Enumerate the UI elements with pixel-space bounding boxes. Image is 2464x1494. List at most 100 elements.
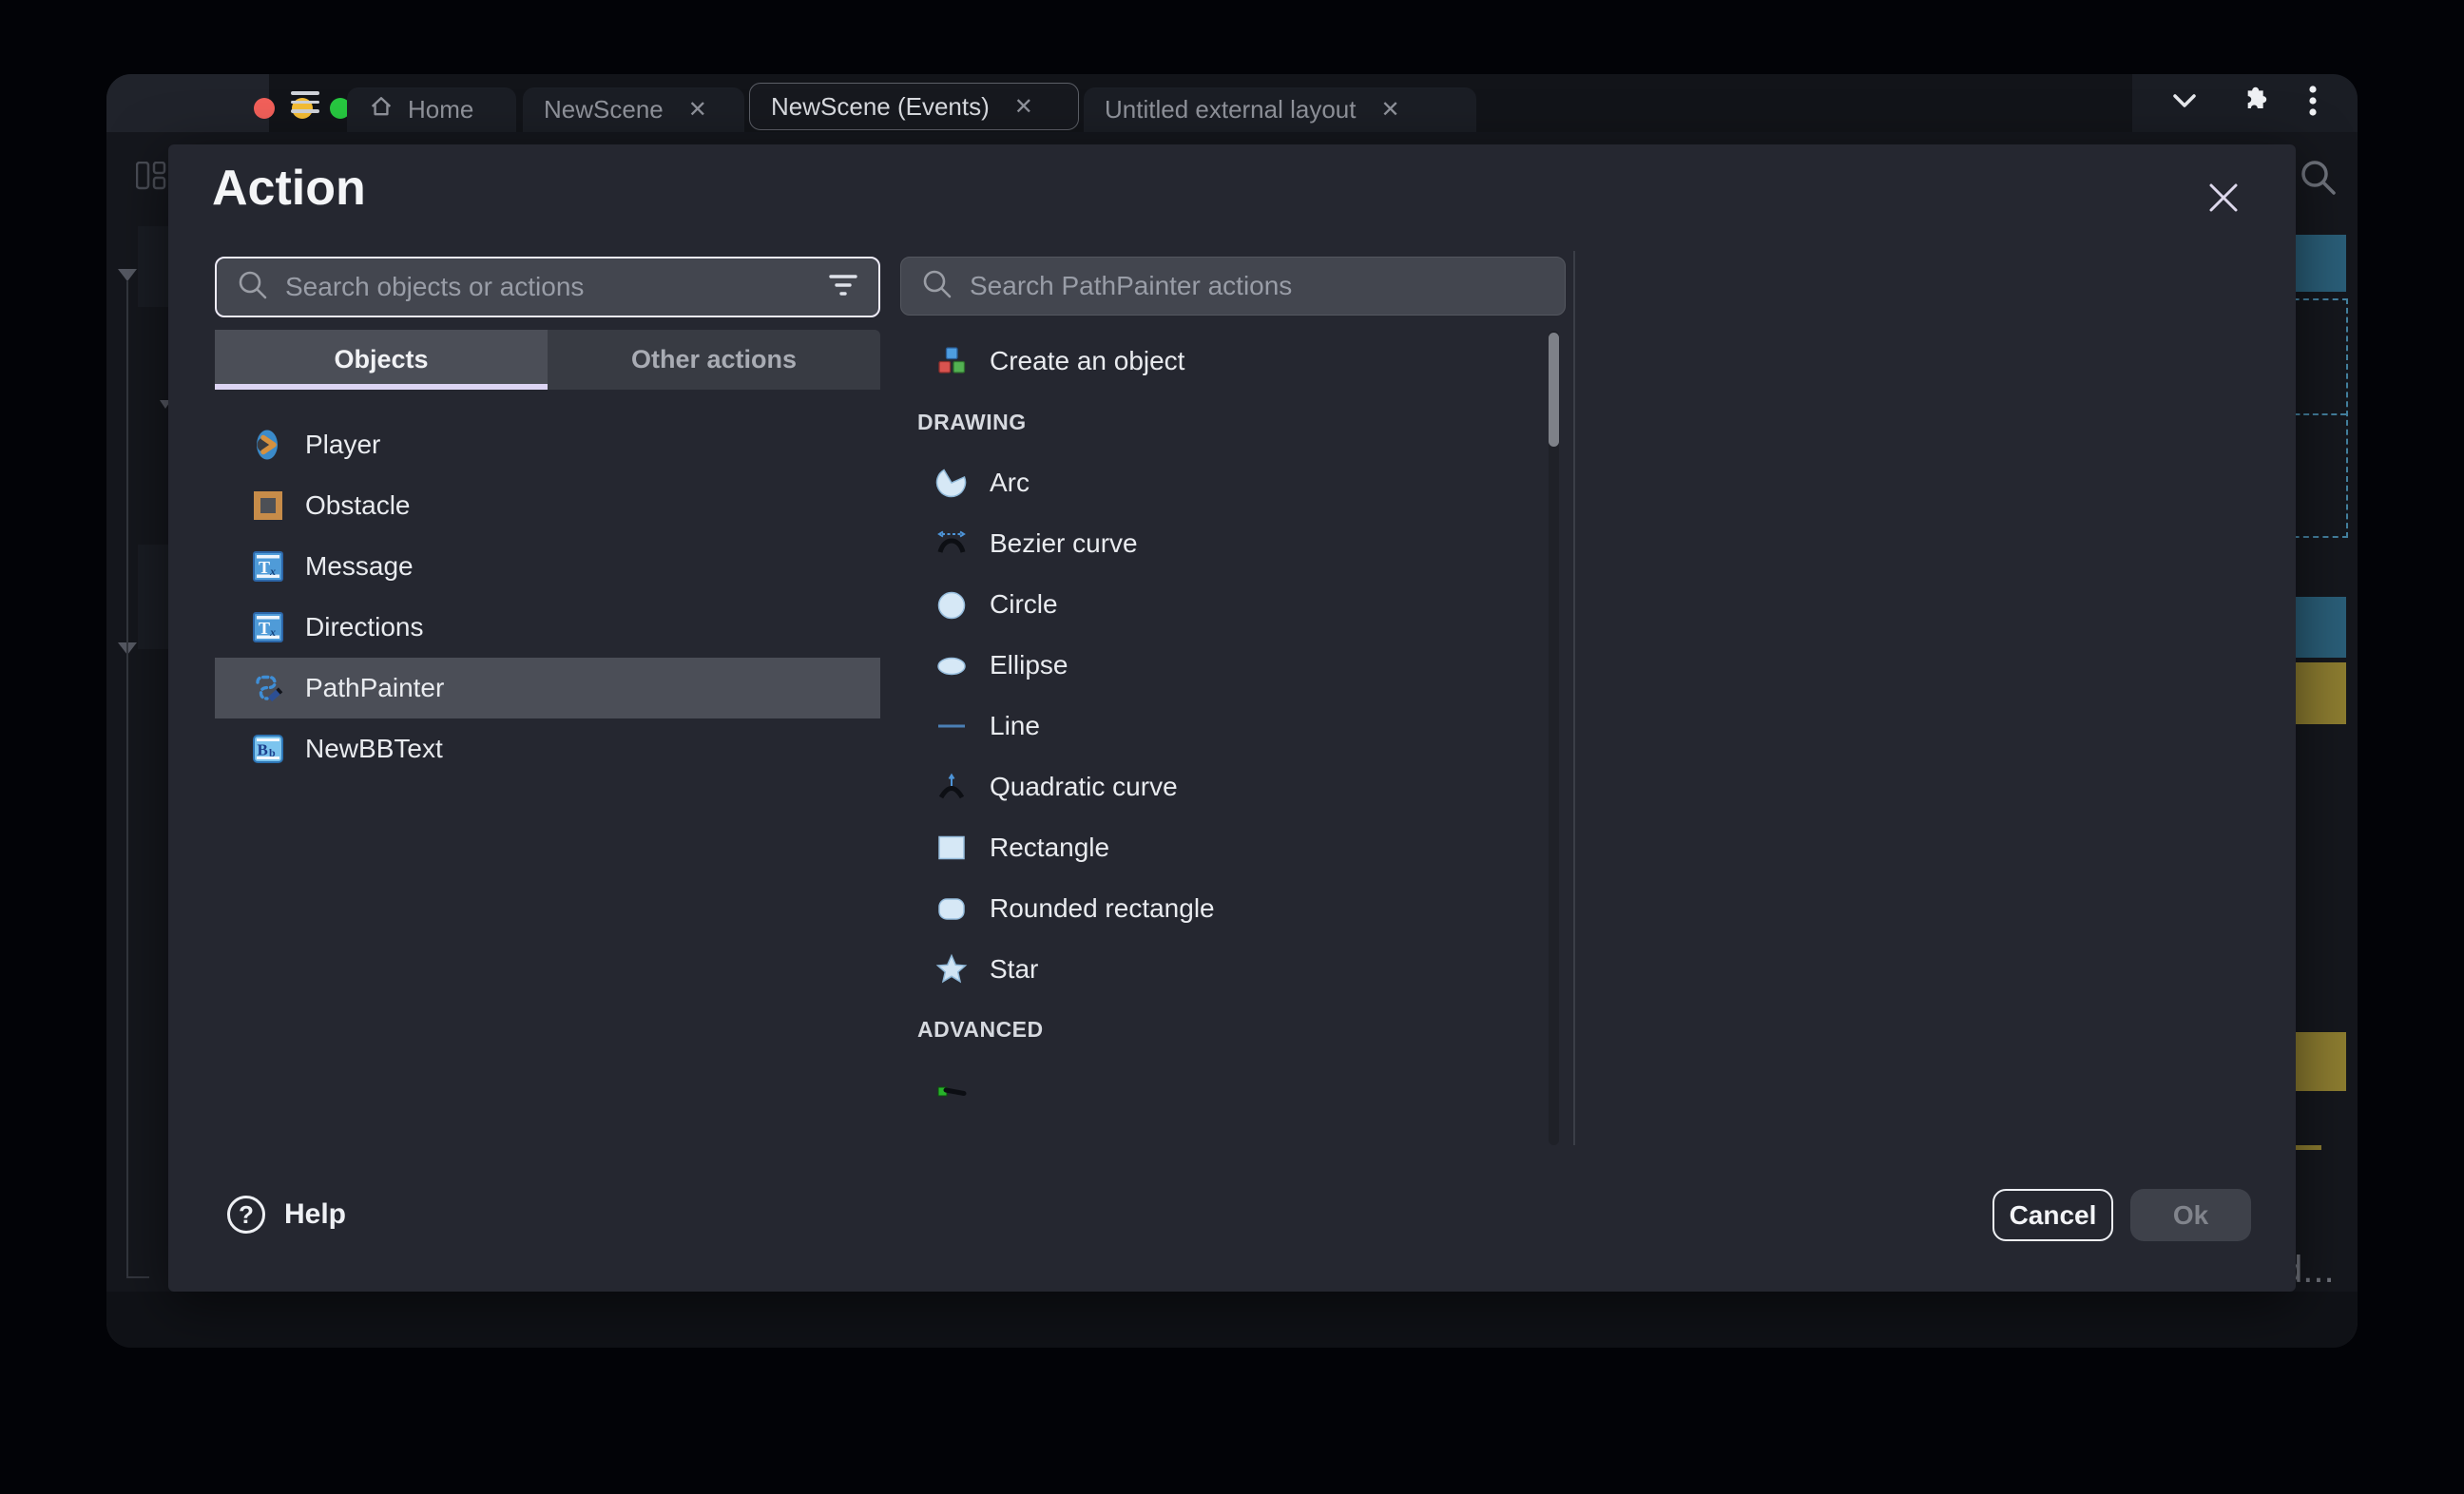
circle-icon <box>934 587 969 622</box>
tab-newscene-events[interactable]: NewScene (Events) ✕ <box>749 83 1079 130</box>
search-icon <box>236 268 270 307</box>
object-label: Message <box>305 551 414 582</box>
quadratic-curve-icon <box>934 770 969 804</box>
ellipse-icon <box>934 648 969 682</box>
extensions-puzzle-icon[interactable] <box>2238 86 2268 121</box>
action-label: Ellipse <box>990 650 1068 680</box>
action-item-arc[interactable]: Arc <box>900 452 1543 513</box>
object-row-obstacle[interactable]: Obstacle <box>215 475 880 536</box>
tab-home[interactable]: Home <box>347 87 516 132</box>
topbar-actions <box>2132 74 2358 132</box>
traffic-light-zone <box>106 74 269 132</box>
action-item-quadratic-curve[interactable]: Quadratic curve <box>900 757 1543 817</box>
svg-text:T: T <box>259 558 270 577</box>
svg-text:b: b <box>269 746 276 759</box>
action-label: Bezier curve <box>990 528 1138 559</box>
text-object-icon: Tx <box>251 610 285 644</box>
line-icon <box>934 709 969 743</box>
object-label: Player <box>305 430 380 460</box>
hamburger-menu-icon[interactable] <box>291 91 319 116</box>
action-label: Rounded rectangle <box>990 893 1215 924</box>
action-label: Quadratic curve <box>990 772 1178 802</box>
arc-icon <box>934 466 969 500</box>
help-link[interactable]: ? Help <box>227 1196 346 1234</box>
pathpainter-object-icon <box>251 671 285 705</box>
action-item-star[interactable]: Star <box>900 939 1543 1000</box>
action-label: Star <box>990 954 1038 985</box>
action-label: Create an object <box>990 346 1184 376</box>
rectangle-icon <box>934 831 969 865</box>
close-tab-icon[interactable]: ✕ <box>1380 96 1399 124</box>
tab-untitled-external-layout[interactable]: Untitled external layout ✕ <box>1084 87 1476 132</box>
action-item-ellipse[interactable]: Ellipse <box>900 635 1543 696</box>
filter-icon[interactable] <box>827 273 859 302</box>
expand-caret-icon[interactable] <box>118 269 137 281</box>
obstacle-object-icon <box>251 488 285 523</box>
svg-text:B: B <box>258 741 268 759</box>
tab-label: Home <box>408 95 473 124</box>
object-row-directions[interactable]: Tx Directions <box>215 597 880 658</box>
svg-text:x: x <box>269 565 276 578</box>
action-label: Line <box>990 711 1040 741</box>
scrollbar-thumb[interactable] <box>1549 333 1559 447</box>
panel-divider <box>1573 251 1575 1145</box>
action-label: Rectangle <box>990 833 1109 863</box>
action-item-rectangle[interactable]: Rectangle <box>900 817 1543 878</box>
tab-objects[interactable]: Objects <box>215 330 548 390</box>
object-row-pathpainter[interactable]: PathPainter <box>215 658 880 718</box>
clipped-action-icon <box>934 1142 969 1145</box>
section-header-advanced: ADVANCED <box>917 1017 1044 1043</box>
objects-search-box <box>215 257 880 317</box>
actions-search-box <box>900 257 1566 316</box>
action-item-rounded-rectangle[interactable]: Rounded rectangle <box>900 878 1543 939</box>
dialog-close-icon[interactable] <box>2203 177 2244 219</box>
layout-panel-icon <box>136 162 166 195</box>
app-window: Home NewScene ✕ NewScene (Events) ✕ Unti… <box>106 74 2358 1348</box>
action-item-create-object[interactable]: Create an object <box>900 331 1543 392</box>
action-label: Arc <box>990 468 1030 498</box>
object-label: Obstacle <box>305 490 411 521</box>
tab-other-actions[interactable]: Other actions <box>548 330 880 390</box>
close-tab-icon[interactable]: ✕ <box>688 96 707 124</box>
create-object-icon <box>934 344 969 378</box>
tab-label: NewScene <box>544 95 664 124</box>
chevron-down-icon[interactable] <box>2172 92 2197 114</box>
scrollbar-track[interactable] <box>1549 331 1559 1145</box>
window-close-button[interactable] <box>254 98 275 119</box>
more-vertical-icon[interactable] <box>2308 85 2318 122</box>
object-source-tabs: Objects Other actions <box>215 330 880 390</box>
home-icon <box>368 93 395 126</box>
tab-label: Untitled external layout <box>1105 95 1356 124</box>
screen: Home NewScene ✕ NewScene (Events) ✕ Unti… <box>0 0 2464 1494</box>
search-icon <box>920 267 954 306</box>
bezier-curve-icon <box>934 527 969 561</box>
action-item-line[interactable]: Line <box>900 696 1543 757</box>
player-object-icon <box>251 428 285 462</box>
begin-fill-path-icon <box>934 1073 969 1107</box>
object-row-message[interactable]: Tx Message <box>215 536 880 597</box>
close-tab-icon[interactable]: ✕ <box>1014 93 1033 121</box>
object-label: NewBBText <box>305 734 443 764</box>
ok-button[interactable]: Ok <box>2130 1189 2251 1241</box>
tab-newscene[interactable]: NewScene ✕ <box>523 87 744 132</box>
action-label: Circle <box>990 589 1058 620</box>
text-object-icon: Tx <box>251 549 285 584</box>
action-item-bezier-curve[interactable]: Bezier curve <box>900 513 1543 574</box>
action-item-begin-fill-path[interactable] <box>900 1060 1543 1120</box>
titlebar: Home NewScene ✕ NewScene (Events) ✕ Unti… <box>106 74 2358 132</box>
object-row-newbbtext[interactable]: Bb NewBBText <box>215 718 880 779</box>
rounded-rectangle-icon <box>934 891 969 926</box>
help-label: Help <box>284 1198 346 1231</box>
action-item-circle[interactable]: Circle <box>900 574 1543 635</box>
svg-text:T: T <box>259 619 270 638</box>
actions-list: Create an object DRAWING Arc Bezier curv… <box>900 331 1566 1145</box>
action-item-partial[interactable] <box>900 1129 1543 1145</box>
help-icon: ? <box>227 1196 265 1234</box>
tab-label: NewScene (Events) <box>771 92 990 122</box>
actions-search-input[interactable] <box>970 271 1546 301</box>
search-icon[interactable] <box>2299 158 2339 202</box>
objects-search-input[interactable] <box>285 272 812 302</box>
object-row-player[interactable]: Player <box>215 414 880 475</box>
bbtext-object-icon: Bb <box>251 732 285 766</box>
cancel-button[interactable]: Cancel <box>1992 1189 2113 1241</box>
